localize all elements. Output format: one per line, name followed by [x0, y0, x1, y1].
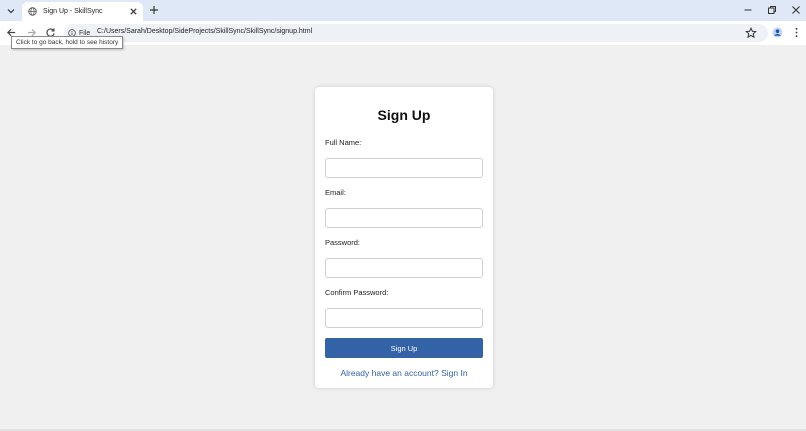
tab-search-icon[interactable] [4, 4, 18, 18]
confirm-password-label: Confirm Password: [325, 288, 389, 297]
globe-icon [28, 7, 37, 16]
confirm-password-field[interactable] [325, 308, 483, 328]
page-viewport: Sign Up Full Name: Email: Password: Conf… [0, 45, 806, 429]
window-close-icon[interactable] [791, 5, 801, 15]
plus-icon[interactable] [149, 5, 159, 15]
tab-title: Sign Up - SkillSync [43, 8, 103, 15]
address-bar[interactable]: File C:/Users/Sarah/Desktop/SideProjects… [64, 24, 768, 42]
sign-up-button[interactable]: Sign Up [325, 338, 483, 358]
url-text[interactable]: C:/Users/Sarah/Desktop/SideProjects/Skil… [97, 28, 312, 35]
minimize-icon[interactable] [743, 5, 753, 15]
email-field[interactable] [325, 208, 483, 228]
full-name-label: Full Name: [325, 138, 362, 147]
profile-icon[interactable] [772, 27, 783, 38]
back-button-tooltip: Click to go back, hold to see history [11, 36, 124, 49]
kebab-menu-icon[interactable] [792, 27, 801, 38]
sign-in-link[interactable]: Already have an account? Sign In [315, 368, 493, 378]
star-icon[interactable] [745, 27, 757, 39]
full-name-field[interactable] [325, 158, 483, 178]
password-label: Password: [325, 238, 361, 247]
email-label: Email: [325, 188, 346, 197]
password-field[interactable] [325, 258, 483, 278]
close-icon[interactable] [129, 7, 138, 16]
tab-strip: Sign Up - SkillSync [0, 0, 806, 21]
page-title: Sign Up [377, 107, 431, 123]
restore-icon[interactable] [767, 5, 777, 15]
browser-tab[interactable]: Sign Up - SkillSync [22, 2, 143, 21]
signup-card: Sign Up Full Name: Email: Password: Conf… [315, 87, 493, 388]
